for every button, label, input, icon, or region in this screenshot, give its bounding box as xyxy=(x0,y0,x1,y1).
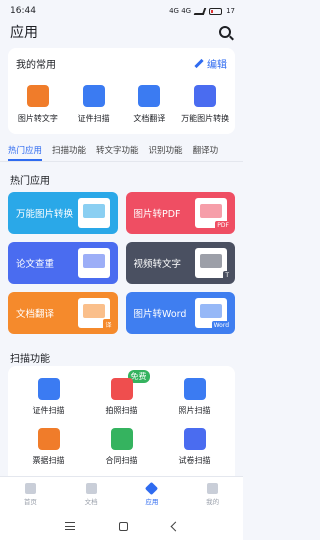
scan-item[interactable]: 合同扫描 xyxy=(92,428,152,466)
tile-tag: Word xyxy=(211,321,231,330)
favorite-label: 万能图片转换 xyxy=(181,114,230,123)
scan-item[interactable]: 照片扫描 xyxy=(165,378,225,416)
nav-item-3[interactable]: 我的 xyxy=(193,483,233,506)
video-text-icon xyxy=(195,248,227,278)
receipt-scan-icon xyxy=(37,428,60,450)
tile-illustration xyxy=(82,254,105,268)
status-time: 16:44 xyxy=(10,6,36,16)
hot-app-tile[interactable]: 论文查重 xyxy=(8,242,118,284)
tab-1[interactable]: 扫描功能 xyxy=(52,144,86,161)
image-text-icon xyxy=(26,85,49,107)
scan-title: 扫描功能 xyxy=(10,354,50,365)
tab-0[interactable]: 热门应用 xyxy=(8,144,43,161)
battery-icon xyxy=(209,7,223,15)
favorite-label: 证件扫描 xyxy=(77,114,110,123)
favorites-list: 图片转文字 证件扫描 文档翻译 万能图片转换 xyxy=(8,71,235,134)
search-icon[interactable] xyxy=(219,26,231,38)
image-convert-icon xyxy=(77,198,110,228)
magnifier-icon xyxy=(77,248,110,278)
favorite-item[interactable]: 图片转文字 xyxy=(10,85,66,124)
bottom-navigation: 首页 文档 应用 我的 xyxy=(0,476,243,512)
favorite-item[interactable]: 万能图片转换 xyxy=(177,85,233,124)
document-icon xyxy=(85,483,97,494)
tile-illustration xyxy=(200,304,222,318)
favorite-item[interactable]: 证件扫描 xyxy=(66,85,122,124)
hot-app-label: 论文查重 xyxy=(16,259,55,270)
nav-label: 首页 xyxy=(23,498,37,506)
favorites-card: 我的常用 编辑 图片转文字 证件扫描 文档翻译 万能图片转换 xyxy=(8,48,235,134)
apps-icon xyxy=(145,481,159,496)
scan-item[interactable]: 证件扫描 xyxy=(19,378,79,416)
tile-illustration xyxy=(82,304,105,318)
tile-illustration xyxy=(200,254,222,268)
battery-level: 17 xyxy=(226,7,235,15)
home-button-icon[interactable] xyxy=(118,521,128,531)
tile-tag: T xyxy=(223,271,231,280)
nav-label: 我的 xyxy=(206,498,220,506)
image-convert-icon xyxy=(194,85,217,107)
profile-icon xyxy=(207,483,219,494)
hot-app-tile[interactable]: 图片转PDF PDF xyxy=(125,192,235,234)
hot-apps-grid: 万能图片转换 图片转PDF PDF 论文查重 视频转文字 T 文档翻译译 图片转Word Wor… xyxy=(0,188,243,334)
category-tabs: 热门应用 扫描功能 转文字功能 识别功能 翻译功 xyxy=(0,134,243,162)
photo-scan-icon xyxy=(183,378,206,400)
id-scan-icon xyxy=(82,85,105,107)
tab-2[interactable]: 转文字功能 xyxy=(96,144,139,161)
wifi-icon xyxy=(193,7,207,15)
tile-tag: PDF xyxy=(215,221,231,230)
edit-button[interactable]: 编辑 xyxy=(194,56,227,71)
status-bar: 16:44 4G 4G 17 xyxy=(0,0,243,22)
nav-item-1[interactable]: 文档 xyxy=(71,483,111,506)
doc-translate-icon xyxy=(138,85,161,107)
favorite-item[interactable]: 文档翻译 xyxy=(122,85,178,124)
edit-label: 编辑 xyxy=(207,60,227,71)
scan-label: 合同扫描 xyxy=(105,456,138,465)
nav-item-0[interactable]: 首页 xyxy=(10,483,50,506)
back-icon[interactable] xyxy=(170,521,180,531)
hot-apps-title: 热门应用 xyxy=(10,176,50,187)
scan-row: 票据扫描 合同扫描 试卷扫描 xyxy=(8,416,235,466)
exam-scan-icon xyxy=(183,428,206,450)
scan-label: 证件扫描 xyxy=(32,406,65,415)
favorite-label: 图片转文字 xyxy=(17,114,58,123)
scan-row: 证件扫描 免费 拍照扫描照片扫描 xyxy=(8,366,235,416)
nav-label: 应用 xyxy=(145,498,159,506)
hot-app-tile[interactable]: 文档翻译译 xyxy=(8,292,118,334)
tile-illustration xyxy=(82,204,105,218)
id-scan-icon xyxy=(37,378,60,400)
favorites-title: 我的常用 xyxy=(16,60,56,71)
scan-item[interactable]: 免费 拍照扫描 xyxy=(92,370,152,416)
nav-label: 文档 xyxy=(84,498,98,506)
tab-4[interactable]: 翻译功 xyxy=(193,144,219,161)
hot-app-tile[interactable]: 图片转Word Word xyxy=(125,292,235,334)
home-icon xyxy=(24,483,36,494)
system-nav-bar xyxy=(0,512,243,540)
pencil-icon xyxy=(194,58,204,69)
scan-label: 照片扫描 xyxy=(178,406,211,415)
scan-label: 试卷扫描 xyxy=(178,456,211,465)
hot-app-tile[interactable]: 视频转文字 T xyxy=(125,242,235,284)
recent-apps-icon[interactable] xyxy=(64,522,75,530)
network-indicator: 4G 4G xyxy=(169,7,192,15)
scan-label: 拍照扫描 xyxy=(105,406,138,415)
hot-app-label: 图片转PDF xyxy=(133,209,181,220)
tab-3[interactable]: 识别功能 xyxy=(149,144,183,161)
tile-tag: 译 xyxy=(103,319,114,330)
scan-functions-card: 证件扫描 免费 拍照扫描照片扫描票据扫描 合同扫描 试卷扫描 xyxy=(8,366,235,484)
nav-item-2[interactable]: 应用 xyxy=(132,481,172,506)
hot-app-label: 视频转文字 xyxy=(133,259,182,270)
hot-app-tile[interactable]: 万能图片转换 xyxy=(8,192,118,234)
tile-illustration xyxy=(200,204,222,218)
hot-app-label: 万能图片转换 xyxy=(16,209,74,220)
page-title: 应用 xyxy=(10,25,38,41)
app-header: 应用 xyxy=(0,22,243,42)
scan-label: 票据扫描 xyxy=(32,456,65,465)
hot-app-label: 图片转Word xyxy=(133,309,187,320)
scan-item[interactable]: 票据扫描 xyxy=(19,428,79,466)
camera-scan-icon xyxy=(110,378,133,400)
favorite-label: 文档翻译 xyxy=(133,114,166,123)
hot-app-label: 文档翻译 xyxy=(16,309,55,320)
scan-item[interactable]: 试卷扫描 xyxy=(165,428,225,466)
contract-scan-icon xyxy=(110,428,133,450)
